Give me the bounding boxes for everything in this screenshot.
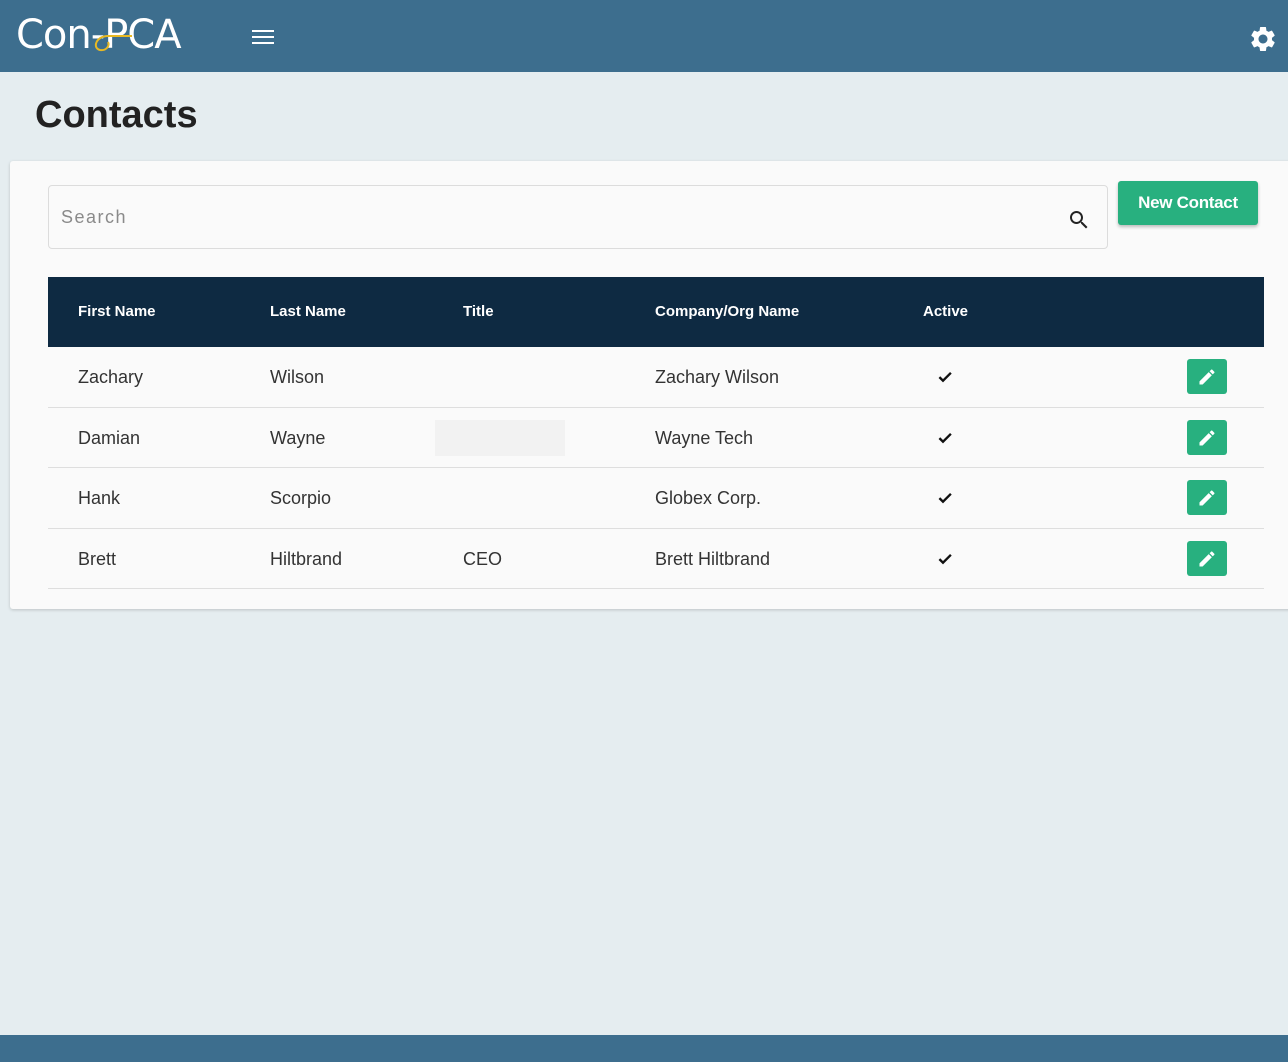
table-row[interactable]: Damian Wayne Wayne Tech [48, 408, 1264, 468]
cell-title: CEO [463, 548, 503, 569]
edit-contact-button[interactable] [1187, 540, 1227, 576]
cell-first-name: Zachary [78, 367, 144, 387]
active-check-icon [938, 493, 952, 504]
contacts-card: New Contact First Name Last Name Title C… [10, 161, 1288, 609]
cell-last-name: Scorpio [270, 488, 332, 508]
pencil-icon [1199, 490, 1215, 506]
app-logo[interactable]: Con-PCA [16, 10, 232, 60]
new-contact-button[interactable]: New Contact [1118, 181, 1258, 225]
cell-last-name: Hiltbrand [270, 548, 343, 569]
gear-icon[interactable] [1248, 24, 1278, 54]
pencil-icon [1199, 369, 1215, 385]
column-header-last-name[interactable]: Last Name [270, 277, 346, 347]
cell-company: Globex Corp. [655, 488, 762, 508]
page-title: Contacts [35, 94, 198, 136]
cell-last-name: Wilson [270, 367, 325, 387]
cell-company: Zachary Wilson [655, 367, 780, 387]
edit-contact-button[interactable] [1187, 359, 1227, 394]
column-header-active[interactable]: Active [923, 277, 968, 347]
table-header: First Name Last Name Title Company/Org N… [48, 277, 1264, 347]
cell-company: Brett Hiltbrand [655, 548, 771, 569]
pencil-icon [1199, 429, 1215, 445]
search-input[interactable] [61, 186, 1041, 248]
table-row[interactable]: Hank Scorpio Globex Corp. [48, 468, 1264, 529]
pencil-icon [1199, 550, 1215, 566]
active-check-icon [938, 372, 952, 383]
contacts-table: First Name Last Name Title Company/Org N… [48, 277, 1264, 589]
hamburger-menu-icon[interactable] [250, 26, 280, 50]
search-field[interactable] [48, 185, 1108, 249]
column-header-company[interactable]: Company/Org Name [655, 277, 799, 347]
active-check-icon [938, 432, 952, 443]
cell-first-name: Damian [78, 427, 141, 448]
cell-first-name: Brett [78, 548, 117, 569]
cell-company: Wayne Tech [655, 427, 754, 448]
cell-last-name: Wayne [270, 427, 326, 448]
table-row[interactable]: Zachary Wilson Zachary Wilson [48, 347, 1264, 408]
search-icon[interactable] [1067, 208, 1091, 232]
cell-title-empty [435, 419, 565, 456]
table-row[interactable]: Brett Hiltbrand CEO Brett Hiltbrand [48, 529, 1264, 589]
edit-contact-button[interactable] [1187, 480, 1227, 515]
column-header-title[interactable]: Title [463, 277, 494, 347]
cell-first-name: Hank [78, 488, 121, 508]
active-check-icon [938, 553, 952, 564]
footer-bar [0, 1035, 1288, 1062]
edit-contact-button[interactable] [1187, 419, 1227, 455]
logo-hook-icon [94, 35, 132, 52]
top-app-bar: Con-PCA [0, 0, 1288, 72]
column-header-first-name[interactable]: First Name [78, 277, 156, 347]
